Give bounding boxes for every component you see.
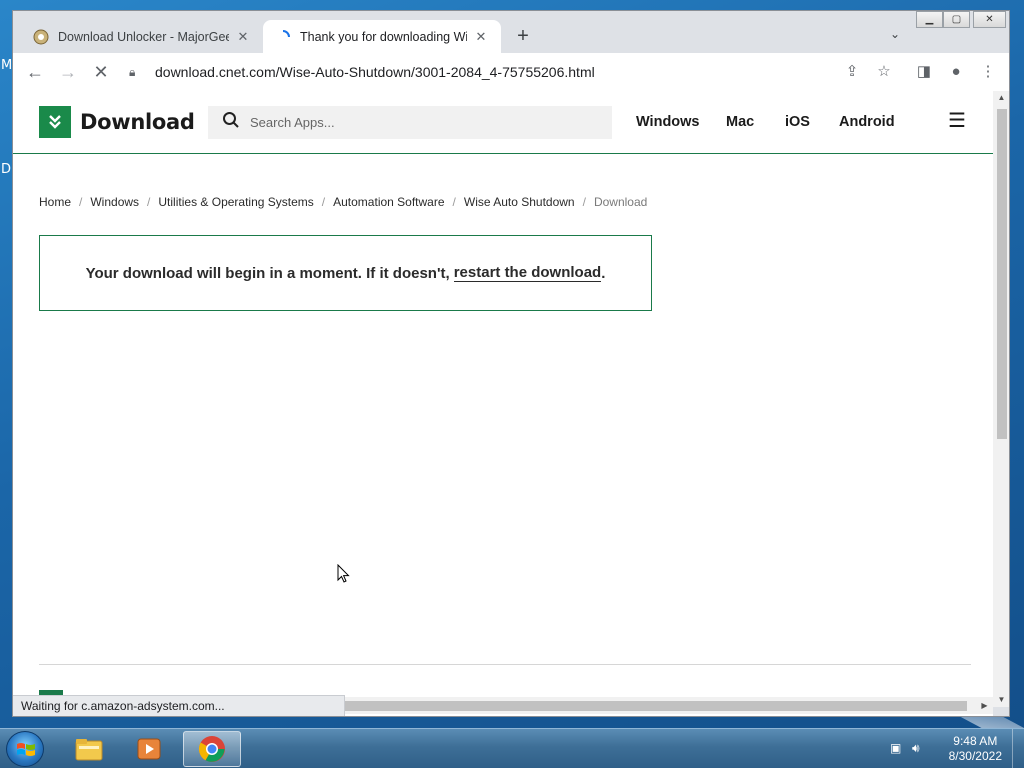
page-viewport: Download Windows Mac iOS Android ☰ Home … <box>13 91 993 716</box>
search-icon <box>222 111 242 134</box>
stop-loading-icon[interactable]: ✕ <box>89 60 113 84</box>
status-bar: Waiting for c.amazon-adsystem.com... <box>13 695 345 716</box>
horizontal-scroll-thumb[interactable] <box>343 701 967 711</box>
start-button[interactable] <box>6 731 44 767</box>
browser-toolbar: ← → ✕ 🔒︎ download.cnet.com/Wise-Auto-Shu… <box>13 53 1009 91</box>
lock-icon[interactable]: 🔒︎ <box>129 65 143 80</box>
breadcrumb-separator: / <box>321 195 326 209</box>
browser-window: Download Unlocker - MajorGeeks ✕ Thank y… <box>12 10 1010 717</box>
tab-majorgeeks[interactable]: Download Unlocker - MajorGeeks ✕ <box>21 20 263 53</box>
desktop-icon-label[interactable]: M <box>1 58 12 73</box>
vertical-scroll-thumb[interactable] <box>997 109 1007 439</box>
restart-download-link[interactable]: restart the download <box>453 264 602 282</box>
breadcrumb-windows[interactable]: Windows <box>90 195 139 209</box>
tab-search-chevron-icon[interactable]: ⌄ <box>885 27 905 47</box>
site-logo[interactable]: Download <box>39 106 195 138</box>
breadcrumb-separator: / <box>452 195 456 209</box>
desktop-icon-label[interactable]: D <box>1 162 11 177</box>
content-divider <box>39 664 971 665</box>
tab-title: Download Unlocker - MajorGeeks <box>58 29 229 44</box>
majorgeeks-favicon-icon <box>33 29 49 45</box>
tab-strip: Download Unlocker - MajorGeeks ✕ Thank y… <box>13 11 1009 53</box>
url-text[interactable]: download.cnet.com/Wise-Auto-Shutdown/300… <box>155 64 595 80</box>
scroll-down-arrow-icon[interactable]: ▼ <box>993 693 1009 707</box>
breadcrumb-separator: / <box>147 195 151 209</box>
breadcrumb-current: Download <box>593 195 648 209</box>
breadcrumb-separator: / <box>582 195 586 209</box>
download-notice: Your download will begin in a moment. If… <box>39 235 652 311</box>
vertical-scrollbar[interactable]: ▲ ▼ <box>993 91 1009 707</box>
clock-date: 8/30/2022 <box>948 749 1002 763</box>
nav-ios[interactable]: iOS <box>785 114 810 130</box>
hamburger-menu-icon[interactable]: ☰ <box>948 111 966 131</box>
breadcrumb-home[interactable]: Home <box>39 195 71 209</box>
close-window-button[interactable]: ✕ <box>973 11 1006 28</box>
notice-period: . <box>601 264 606 282</box>
clock[interactable]: 9:48 AM 8/30/2022 <box>949 734 1002 764</box>
tab-cnet[interactable]: Thank you for downloading Wise ✕ <box>263 20 501 53</box>
breadcrumb-automation[interactable]: Automation Software <box>333 195 444 209</box>
new-tab-button[interactable]: + <box>511 25 535 49</box>
side-panel-icon[interactable]: ◨ <box>913 61 935 83</box>
tab-close-icon[interactable]: ✕ <box>473 29 489 45</box>
nav-android[interactable]: Android <box>839 114 895 130</box>
show-desktop-button[interactable] <box>1012 729 1024 768</box>
site-header: Download Windows Mac iOS Android ☰ <box>13 91 993 154</box>
clock-time: 9:48 AM <box>953 734 998 748</box>
nav-mac[interactable]: Mac <box>726 114 754 130</box>
breadcrumb: Home / Windows / Utilities & Operating S… <box>39 195 647 209</box>
breadcrumb-separator: / <box>79 195 83 209</box>
chrome-taskbar-button[interactable] <box>183 731 241 767</box>
search-input[interactable] <box>250 115 590 130</box>
minimize-button[interactable]: ▁ <box>916 11 943 28</box>
tab-close-icon[interactable]: ✕ <box>235 29 251 45</box>
maximize-button[interactable]: ▢ <box>943 11 970 28</box>
profile-avatar-icon[interactable]: ● <box>945 61 967 83</box>
menu-kebab-icon[interactable]: ⋮ <box>977 61 999 83</box>
chrome-icon <box>198 736 225 762</box>
windows-flag-icon <box>17 743 35 756</box>
volume-icon[interactable]: 🔊︎ <box>912 741 928 757</box>
download-logo-icon <box>39 106 71 138</box>
loading-spinner-icon <box>275 29 291 45</box>
tab-title: Thank you for downloading Wise <box>300 29 467 44</box>
media-player-icon <box>137 738 161 760</box>
bookmark-star-icon[interactable]: ☆ <box>873 61 895 83</box>
breadcrumb-utilities[interactable]: Utilities & Operating Systems <box>158 195 313 209</box>
taskbar: ▣ 🔊︎ 9:48 AM 8/30/2022 <box>0 728 1024 768</box>
address-bar[interactable]: 🔒︎ download.cnet.com/Wise-Auto-Shutdown/… <box>129 59 729 85</box>
nav-windows[interactable]: Windows <box>636 114 700 130</box>
breadcrumb-wise-auto-shutdown[interactable]: Wise Auto Shutdown <box>464 195 575 209</box>
folder-icon <box>75 739 103 761</box>
forward-arrow-icon[interactable]: → <box>56 60 80 84</box>
logo-text: Download <box>80 110 195 134</box>
notice-text: Your download will begin in a moment. If… <box>85 264 450 282</box>
back-arrow-icon[interactable]: ← <box>23 60 47 84</box>
media-player-taskbar-button[interactable] <box>120 731 178 767</box>
mouse-cursor-icon <box>337 564 350 583</box>
system-tray: ▣ 🔊︎ 9:48 AM 8/30/2022 <box>884 729 1024 768</box>
search-box[interactable] <box>208 106 612 139</box>
scroll-right-arrow-icon[interactable]: ▶ <box>976 697 993 714</box>
explorer-taskbar-button[interactable] <box>60 731 118 767</box>
network-icon[interactable]: ▣ <box>890 741 906 757</box>
scroll-up-arrow-icon[interactable]: ▲ <box>993 91 1009 105</box>
share-icon[interactable]: ⇪ <box>841 61 863 83</box>
